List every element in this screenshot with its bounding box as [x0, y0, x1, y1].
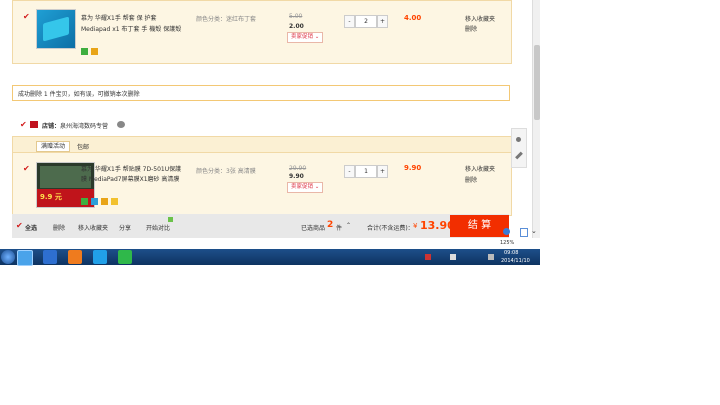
item-2-delete-link[interactable]: 删除	[465, 175, 477, 184]
shop-checkbox[interactable]: ✔	[20, 121, 27, 129]
wangwang-chat-icon[interactable]	[117, 121, 125, 128]
item-2-move-fav-link[interactable]: 移入收藏夹	[465, 164, 495, 173]
side-toolbar	[511, 128, 527, 168]
shop-icon	[30, 121, 38, 128]
item-2-title-line2[interactable]: 膜 MediaPad7屏幕膜X1磨砂 高清膜	[81, 174, 179, 183]
item-1-delete-link[interactable]: 删除	[465, 24, 477, 33]
share-link[interactable]: 分享	[119, 223, 131, 232]
item-1-price: 2.00	[289, 23, 304, 30]
item-1-badge-green-icon	[81, 48, 88, 55]
item-1-badge-orange-icon	[91, 48, 98, 55]
tray-flag-icon[interactable]	[425, 254, 431, 260]
compare-new-icon	[168, 217, 173, 222]
item-2-minus-button[interactable]: -	[344, 165, 355, 178]
side-tool-edit-icon[interactable]	[515, 151, 523, 160]
page-scrollbar-thumb[interactable]	[534, 45, 540, 120]
item-2-price: 9.90	[289, 173, 304, 180]
item-2-subtotal: 9.90	[404, 164, 422, 172]
line-icon[interactable]	[118, 250, 132, 264]
item-2-title-line1[interactable]: 慕为 华耀X1手 帮贴膜 7D-501U保護	[81, 164, 181, 173]
checkout-label: 结 算	[467, 220, 492, 231]
item-2-spec: 颜色分类：3张 高清膜	[196, 168, 256, 175]
tray-network-icon[interactable]	[450, 254, 456, 260]
tab-free-shipping[interactable]: 包邮	[77, 142, 89, 151]
item-1-move-fav-link[interactable]: 移入收藏夹	[465, 14, 495, 23]
item-2-orig-price: 29.90	[289, 165, 307, 172]
select-all-checkbox[interactable]: ✔	[16, 222, 23, 230]
undo-notice: 成功删除 1 件宝贝，如有误，可撤销本次删除	[12, 85, 510, 101]
item-1-plus-button[interactable]: +	[377, 15, 388, 28]
shop-name-link[interactable]: 泉州海湾数码专营	[60, 121, 108, 130]
app-d-icon[interactable]	[43, 250, 57, 264]
select-all-label[interactable]: 全选	[25, 223, 37, 232]
total-currency: ¥	[413, 222, 418, 230]
bulk-move-fav-link[interactable]: 移入收藏夹	[78, 223, 108, 232]
item-1-minus-button[interactable]: -	[344, 15, 355, 28]
compare-link[interactable]: 开始对比	[146, 223, 170, 232]
tab-gift-promo[interactable]: 满赠活动	[36, 141, 71, 152]
item-2-badge-orange-icon	[101, 198, 108, 205]
windows-taskbar: 09:08 2014/11/10	[0, 249, 540, 266]
clock-time[interactable]: 09:08	[504, 250, 518, 256]
item-2-plus-button[interactable]: +	[377, 165, 388, 178]
status-chevron-icon[interactable]: ⌄	[531, 227, 537, 235]
item-2-badge-green-icon	[81, 198, 88, 205]
start-button-icon[interactable]	[1, 250, 15, 264]
item-1-checkbox[interactable]: ✔	[23, 13, 30, 21]
page-scrollbar[interactable]	[532, 0, 540, 238]
selected-label: 已选商品	[301, 225, 326, 232]
app-orange-icon[interactable]	[68, 250, 82, 264]
item-2-badge-blue-icon	[91, 198, 98, 205]
item-1-title-line2[interactable]: Mediapad x1 布丁套 手 機殼 保護殼	[81, 24, 181, 33]
item-1-spec: 颜色分类：迷红布丁套	[196, 16, 257, 23]
clock-date[interactable]: 2014/11/10	[501, 258, 530, 264]
item-1-promo-button[interactable]: 卖家促销 ⌄	[287, 32, 324, 43]
promo-tabs: 满赠活动 包邮	[13, 137, 511, 153]
ie-browser-icon[interactable]	[17, 250, 33, 266]
item-1-title-line1[interactable]: 慕为 华耀X1手 帮套 保 护套	[81, 13, 157, 22]
cart-summary-bar: ✔ 全选 删除 移入收藏夹 分享 开始对比 已选商品 2 件 ⌃ 合计(不含运费…	[12, 214, 509, 238]
item-1-quantity-input[interactable]: 2	[355, 15, 377, 28]
checkout-button[interactable]: 结 算	[450, 215, 509, 237]
shop-label: 店铺：	[42, 123, 61, 130]
item-1-thumbnail[interactable]	[36, 9, 76, 49]
selected-count: 2	[327, 220, 334, 230]
bulk-delete-link[interactable]: 删除	[53, 223, 65, 232]
item-1-quantity-stepper[interactable]: - 2 +	[344, 15, 388, 28]
item-2-promo-button[interactable]: 卖家促销 ⌄	[287, 182, 324, 193]
cart-item-1: ✔ 慕为 华耀X1手 帮套 保 护套 Mediapad x1 布丁套 手 機殼 …	[12, 0, 512, 64]
item-2-badge-yellow-icon	[111, 198, 118, 205]
selected-toggle-icon[interactable]: ⌃	[346, 222, 351, 229]
status-globe-icon	[503, 228, 510, 235]
item-2-quantity-input[interactable]: 1	[355, 165, 377, 178]
browser-viewport: ✔ 慕为 华耀X1手 帮套 保 护套 Mediapad x1 布丁套 手 機殼 …	[0, 0, 540, 250]
tray-volume-icon[interactable]	[488, 254, 494, 260]
item-2-thumbnail-text: 9.9 元	[40, 193, 62, 201]
total-label: 合计(不含运费)：	[367, 225, 414, 232]
item-2-quantity-stepper[interactable]: - 1 +	[344, 165, 388, 178]
selected-unit: 件	[336, 225, 343, 232]
shop-block: 满赠活动 包邮 ✔ 9.9 元 慕为 华耀X1手 帮贴膜 7D-501U保護 膜…	[12, 136, 512, 216]
skype-icon[interactable]	[93, 250, 107, 264]
item-1-orig-price: 5.00	[289, 13, 303, 20]
side-tool-dot-icon[interactable]	[516, 137, 521, 142]
item-1-subtotal: 4.00	[404, 14, 422, 22]
item-2-checkbox[interactable]: ✔	[23, 165, 30, 173]
status-page-icon[interactable]	[520, 228, 528, 237]
zoom-level[interactable]: 125%	[500, 240, 514, 246]
undo-notice-text[interactable]: 成功删除 1 件宝贝，如有误，可撤销本次删除	[18, 89, 140, 98]
